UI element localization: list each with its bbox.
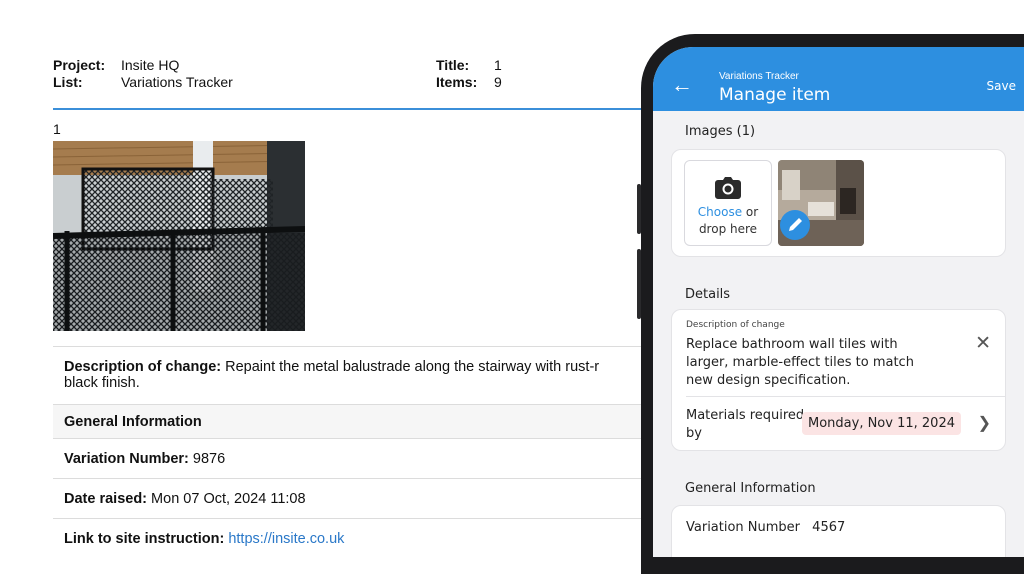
details-heading: Details [685, 287, 731, 302]
title-label: Title: [436, 57, 470, 73]
app-bar: ← Variations Tracker Manage item Save [653, 47, 1024, 111]
variation-number-value: 9876 [192, 451, 226, 467]
date-raised-value: Mon 07 Oct, 2024 11:08 [151, 491, 306, 507]
date-raised-row: Date raised: Mon 07 Oct, 2024 11:08 [53, 478, 653, 519]
drop-here-text: drop here [698, 222, 758, 236]
phone-screen: ← Variations Tracker Manage item Save Im… [653, 47, 1024, 557]
variation-number-label-app: Variation Number [686, 520, 801, 535]
or-text: or [742, 205, 759, 219]
variation-number-label: Variation Number: [64, 451, 189, 467]
header-divider [53, 108, 653, 110]
list-label: List: [53, 74, 83, 90]
dropzone-text: Choose or drop here [685, 204, 771, 238]
description-label: Description of change: [64, 359, 222, 375]
back-arrow-icon[interactable]: ← [671, 74, 693, 96]
description-caption: Description of change [686, 320, 785, 330]
close-icon[interactable]: ✕ [975, 332, 991, 355]
description-field[interactable]: Replace bathroom wall tiles with larger,… [686, 336, 938, 390]
list-value: Variations Tracker [121, 74, 233, 90]
items-row: Items: 9 [436, 74, 502, 90]
link-row: Link to site instruction: https://insite… [53, 518, 653, 547]
chevron-right-icon[interactable]: ❯ [978, 413, 991, 433]
balustrade-photo-graphic [53, 141, 305, 331]
edit-image-button[interactable] [780, 210, 810, 240]
general-info-heading-row: General Information [53, 404, 653, 439]
general-info-heading: General Information [64, 414, 202, 430]
project-label: Project: [53, 57, 106, 73]
materials-label: Materials required by [686, 408, 805, 441]
images-card: Choose or drop here [671, 149, 1006, 257]
general-info-card: Variation Number 4567 [671, 505, 1006, 557]
items-label: Items: [436, 74, 478, 90]
phone-frame: ← Variations Tracker Manage item Save Im… [637, 34, 1024, 574]
images-heading: Images (1) [685, 124, 756, 139]
edit-pencil-icon [789, 218, 802, 231]
item-photo [53, 141, 305, 331]
general-info-heading-app: General Information [685, 481, 816, 496]
variation-number-row-app[interactable]: Variation Number 4567 [686, 520, 845, 535]
project-row: Project: Insite HQ [53, 57, 179, 73]
list-row: List: Variations Tracker [53, 74, 233, 90]
link-label: Link to site instruction: [64, 531, 225, 547]
variation-number-value-app: 4567 [812, 520, 846, 535]
description-section: Description of change: Repaint the metal… [53, 346, 653, 405]
choose-link[interactable]: Choose [698, 205, 742, 219]
phone-side-button [637, 184, 641, 234]
title-row: Title: 1 [436, 57, 502, 73]
site-instruction-link[interactable]: https://insite.co.uk [228, 531, 344, 547]
items-value: 9 [494, 74, 502, 90]
description-value: Repaint the metal balustrade along the s… [225, 359, 600, 375]
field-divider [686, 396, 1005, 397]
materials-date-chip[interactable]: Monday, Nov 11, 2024 [802, 412, 961, 435]
phone-side-button [637, 249, 641, 319]
save-button[interactable]: Save [987, 79, 1016, 93]
project-value: Insite HQ [121, 57, 180, 73]
date-raised-label: Date raised: [64, 491, 148, 507]
details-card: Description of change Replace bathroom w… [671, 309, 1006, 451]
title-value: 1 [494, 57, 502, 73]
image-thumbnail[interactable] [778, 160, 864, 246]
camera-icon [715, 177, 741, 199]
item-number: 1 [53, 121, 61, 137]
image-dropzone[interactable]: Choose or drop here [684, 160, 772, 246]
app-subtitle: Variations Tracker [719, 71, 799, 82]
variation-number-row: Variation Number: 9876 [53, 438, 653, 479]
app-title: Manage item [719, 85, 831, 105]
description-value-line2: black finish. [64, 375, 140, 391]
